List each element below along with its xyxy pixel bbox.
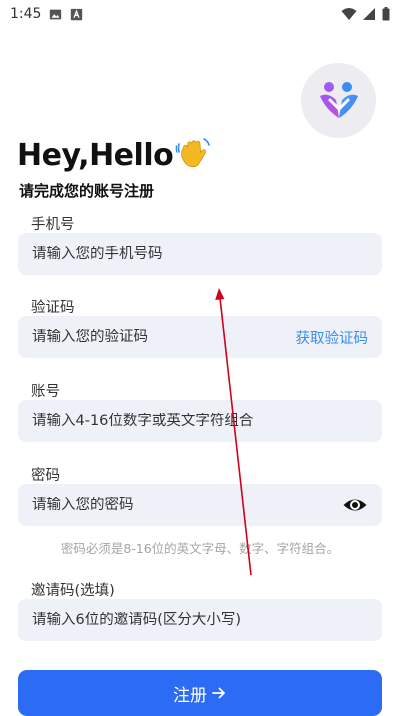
image-icon	[49, 8, 62, 21]
eye-icon[interactable]	[342, 492, 368, 518]
battery-icon	[382, 7, 390, 21]
account-input[interactable]	[32, 413, 368, 429]
waving-hand-icon	[175, 134, 213, 172]
arrow-right-icon	[211, 685, 227, 701]
a-box-icon	[70, 8, 83, 21]
phone-input[interactable]	[32, 246, 368, 262]
status-bar: 1:45	[0, 0, 400, 28]
account-label: 账号	[31, 384, 60, 400]
heart-people-logo	[319, 81, 358, 118]
code-input[interactable]	[32, 329, 296, 345]
password-field-container[interactable]	[18, 484, 382, 526]
password-label: 密码	[31, 468, 60, 484]
invite-input[interactable]	[32, 612, 368, 628]
greeting-title: Hey,Hello	[17, 137, 213, 173]
code-label: 验证码	[31, 300, 75, 316]
signal-icon	[363, 7, 376, 21]
account-field-container[interactable]	[18, 400, 382, 442]
password-input[interactable]	[32, 497, 342, 513]
code-field-container[interactable]: 获取验证码	[18, 316, 382, 358]
invite-label: 邀请码(选填)	[31, 583, 115, 599]
phone-label: 手机号	[31, 217, 75, 233]
register-label: 注册	[173, 685, 207, 706]
app-logo	[301, 63, 376, 138]
status-time: 1:45	[10, 6, 42, 22]
get-code-button[interactable]: 获取验证码	[296, 327, 369, 348]
greeting-text: Hey,Hello	[17, 138, 174, 173]
wifi-icon	[341, 7, 357, 21]
register-button[interactable]: 注册	[18, 670, 382, 716]
password-hint: 密码必须是8-16位的英文字母、数字、字符组合。	[60, 541, 340, 556]
page-subtitle: 请完成您的账号注册	[19, 182, 155, 200]
phone-field-container[interactable]	[18, 233, 382, 275]
invite-field-container[interactable]	[18, 599, 382, 641]
